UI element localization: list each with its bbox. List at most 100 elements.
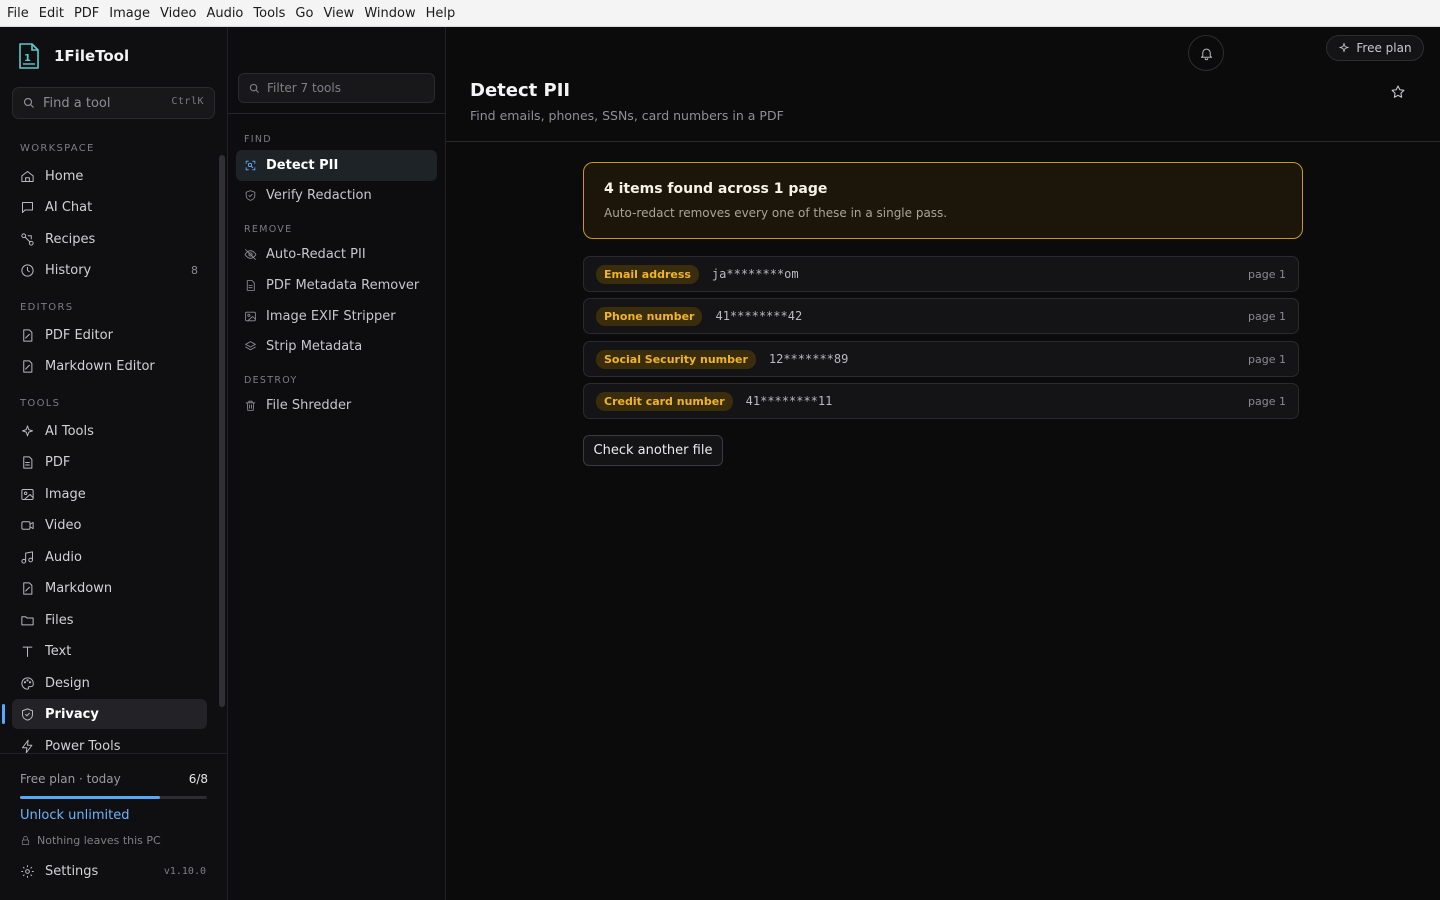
settings-label: Settings <box>45 864 99 879</box>
tool-item-label: Detect PII <box>266 158 339 173</box>
check-another-file-button[interactable]: Check another file <box>583 435 723 466</box>
app-logo-icon: 1 <box>19 43 39 69</box>
markdown-icon <box>23 581 33 595</box>
sidebar-item-markdown-editor[interactable]: Markdown Editor <box>12 351 207 381</box>
tool-item-pdf-metadata-remover[interactable]: PDF Metadata Remover <box>236 270 437 301</box>
unlock-unlimited-link[interactable]: Unlock unlimited <box>20 808 129 823</box>
image-icon <box>21 488 34 500</box>
group-label-destroy: DESTROY <box>244 375 298 386</box>
sidebar-item-label: Privacy <box>45 706 99 722</box>
menu-audio[interactable]: Audio <box>205 6 244 21</box>
tool-item-detect-pii[interactable]: Detect PII <box>236 150 437 181</box>
tools-divider <box>228 113 446 114</box>
sidebar-item-label: Text <box>45 643 72 659</box>
menu-tools[interactable]: Tools <box>252 6 286 21</box>
tool-item-verify-redaction[interactable]: Verify Redaction <box>236 180 437 211</box>
video-icon <box>21 520 34 530</box>
app-name: 1FileTool <box>54 47 130 65</box>
main-content: Free plan Detect PII Find emails, phones… <box>446 27 1440 900</box>
sidebar-item-pdf-editor[interactable]: PDF Editor <box>12 320 207 350</box>
menu-edit[interactable]: Edit <box>38 6 65 21</box>
free-plan-label: Free plan <box>1356 41 1412 55</box>
lock-icon <box>21 836 30 845</box>
favorite-button[interactable] <box>1390 84 1408 102</box>
sidebar-item-privacy[interactable]: Privacy <box>12 699 207 729</box>
page-reference: page 1 <box>1248 352 1286 366</box>
menu-view[interactable]: View <box>322 6 355 21</box>
sidebar-item-home[interactable]: Home <box>12 161 207 191</box>
tool-item-file-shredder[interactable]: File Shredder <box>236 390 437 421</box>
sidebar-item-video[interactable]: Video <box>12 510 207 540</box>
trash-icon <box>245 400 256 411</box>
notifications-button[interactable] <box>1188 35 1224 71</box>
section-label-editors: EDITORS <box>20 302 74 313</box>
sidebar-item-design[interactable]: Design <box>12 668 207 698</box>
palette-icon <box>21 676 34 690</box>
finding-row[interactable]: Phone number 41********42 page 1 <box>583 298 1299 334</box>
sidebar-item-audio[interactable]: Audio <box>12 542 207 572</box>
menu-go[interactable]: Go <box>294 6 314 21</box>
sidebar-item-label: Files <box>45 612 74 628</box>
sidebar-item-label: PDF Editor <box>45 327 113 343</box>
menu-file[interactable]: File <box>6 6 30 21</box>
scan-icon <box>245 160 256 171</box>
plan-label: Free plan · today <box>20 772 121 786</box>
tool-item-auto-redact-pii[interactable]: Auto-Redact PII <box>236 239 437 270</box>
sidebar-item-text[interactable]: Text <box>12 636 207 666</box>
menu-image[interactable]: Image <box>108 6 151 21</box>
free-plan-button[interactable]: Free plan <box>1326 35 1424 61</box>
shield-icon <box>22 707 33 721</box>
sidebar-item-history[interactable]: History 8 <box>12 255 207 285</box>
sidebar-item-files[interactable]: Files <box>12 605 207 635</box>
privacy-tools-panel: Filter 7 tools FIND Detect PII Verify Re… <box>228 27 446 900</box>
sidebar-item-image[interactable]: Image <box>12 479 207 509</box>
filter-placeholder: Filter 7 tools <box>267 81 341 95</box>
tool-item-label: Verify Redaction <box>266 188 372 203</box>
sidebar-item-markdown[interactable]: Markdown <box>12 573 207 603</box>
sidebar-item-ai-tools[interactable]: AI Tools <box>12 416 207 446</box>
sparkle-icon <box>1339 42 1350 53</box>
tool-item-label: Auto-Redact PII <box>266 247 366 262</box>
header-divider <box>446 141 1440 142</box>
image-icon <box>245 311 256 322</box>
sidebar-scrollbar[interactable] <box>219 155 225 707</box>
tool-item-image-exif-stripper[interactable]: Image EXIF Stripper <box>236 301 437 332</box>
tool-item-label: PDF Metadata Remover <box>266 278 420 293</box>
app-menubar: File Edit PDF Image Video Audio Tools Go… <box>0 0 1440 27</box>
summary-text: Auto-redact removes every one of these i… <box>604 206 948 220</box>
finding-row[interactable]: Credit card number 41********11 page 1 <box>583 383 1299 419</box>
tool-item-label: File Shredder <box>266 398 352 413</box>
sidebar-item-power-tools[interactable]: Power Tools <box>12 731 207 753</box>
sidebar-item-label: Audio <box>45 549 82 565</box>
brand[interactable]: 1 1FileTool <box>18 43 129 69</box>
filter-tools-input[interactable]: Filter 7 tools <box>238 73 435 103</box>
sidebar-item-pdf[interactable]: PDF <box>12 447 207 477</box>
sidebar-item-label: Home <box>45 168 84 184</box>
star-icon <box>1391 85 1405 98</box>
bell-icon <box>1200 48 1212 60</box>
markdown-editor-icon <box>23 359 33 373</box>
settings-button[interactable]: Settings <box>20 864 98 879</box>
eye-off-icon <box>244 249 257 260</box>
tool-item-strip-metadata[interactable]: Strip Metadata <box>236 331 437 362</box>
chat-icon <box>22 201 33 213</box>
sidebar-item-ai-chat[interactable]: AI Chat <box>12 192 207 222</box>
sidebar-item-recipes[interactable]: Recipes <box>12 224 207 254</box>
history-count-badge: 8 <box>191 263 198 277</box>
sidebar-nav[interactable]: WORKSPACE Home AI Chat Recipes History 8… <box>0 131 228 753</box>
masked-value: 12*******89 <box>768 352 849 366</box>
menu-video[interactable]: Video <box>159 6 197 21</box>
menu-help[interactable]: Help <box>425 6 457 21</box>
menu-pdf[interactable]: PDF <box>73 6 100 21</box>
finding-row[interactable]: Email address ja********om page 1 <box>583 256 1299 292</box>
finding-row[interactable]: Social Security number 12*******89 page … <box>583 341 1299 377</box>
plan-usage-count: 6/8 <box>188 772 208 786</box>
page-subtitle: Find emails, phones, SSNs, card numbers … <box>470 108 784 123</box>
bolt-icon <box>22 739 33 753</box>
sidebar-item-label: Recipes <box>45 231 96 247</box>
sidebar-item-label: Markdown <box>45 580 113 596</box>
menu-window[interactable]: Window <box>363 6 416 21</box>
gear-icon <box>21 865 34 878</box>
find-tool-search[interactable]: Find a tool CtrlK <box>12 87 215 119</box>
masked-value: ja********om <box>711 267 799 281</box>
